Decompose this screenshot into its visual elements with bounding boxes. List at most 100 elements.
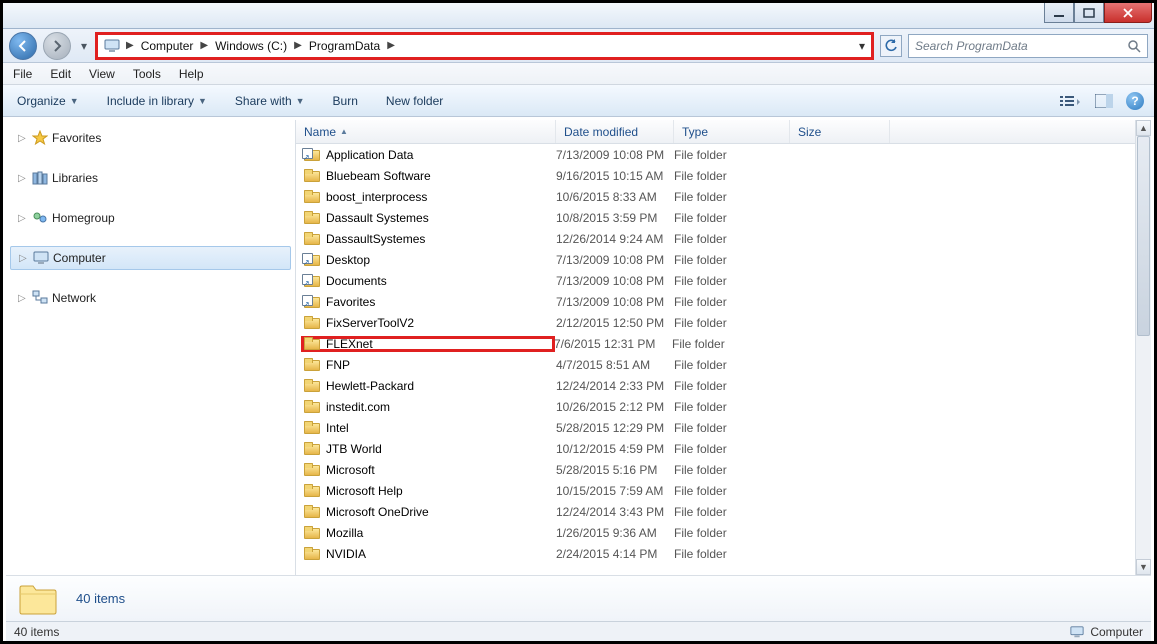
breadcrumb-sep-icon[interactable]: ▶ — [292, 40, 304, 51]
address-dropdown-icon[interactable]: ▾ — [859, 39, 865, 53]
table-row[interactable]: Hewlett-Packard12/24/2014 2:33 PMFile fo… — [296, 375, 1135, 396]
folder-icon — [304, 505, 320, 518]
table-row[interactable]: ↗Desktop7/13/2009 10:08 PMFile folder — [296, 249, 1135, 270]
file-type: File folder — [674, 358, 790, 372]
folder-icon: ↗ — [304, 295, 320, 308]
file-date: 2/24/2015 4:14 PM — [556, 547, 674, 561]
table-row[interactable]: Microsoft Help10/15/2015 7:59 AMFile fol… — [296, 480, 1135, 501]
file-list: Name▲ Date modified Type Size ↗Applicati… — [296, 120, 1151, 575]
file-date: 7/13/2009 10:08 PM — [556, 295, 674, 309]
scrollbar[interactable]: ▲ ▼ — [1135, 120, 1151, 575]
table-row[interactable]: Mozilla1/26/2015 9:36 AMFile folder — [296, 522, 1135, 543]
file-date: 4/7/2015 8:51 AM — [556, 358, 674, 372]
command-bar: Organize▼ Include in library▼ Share with… — [3, 85, 1154, 117]
star-icon — [32, 130, 48, 146]
organize-button[interactable]: Organize▼ — [13, 91, 83, 111]
history-dropdown[interactable]: ▾ — [77, 32, 91, 60]
table-row[interactable]: NVIDIA2/24/2015 4:14 PMFile folder — [296, 543, 1135, 564]
folder-icon: ↗ — [304, 274, 320, 287]
computer-icon — [1070, 625, 1084, 639]
tree-homegroup[interactable]: ▷Homegroup — [6, 206, 295, 230]
table-row[interactable]: FixServerToolV22/12/2015 12:50 PMFile fo… — [296, 312, 1135, 333]
address-bar[interactable]: ▶ Computer ▶ Windows (C:) ▶ ProgramData … — [97, 34, 872, 58]
menu-edit[interactable]: Edit — [48, 65, 73, 83]
folder-icon — [304, 442, 320, 455]
file-date: 10/8/2015 3:59 PM — [556, 211, 674, 225]
tree-computer[interactable]: ▷Computer — [10, 246, 291, 270]
table-row[interactable]: Dassault Systemes10/8/2015 3:59 PMFile f… — [296, 207, 1135, 228]
table-row[interactable]: ↗Favorites7/13/2009 10:08 PMFile folder — [296, 291, 1135, 312]
menu-view[interactable]: View — [87, 65, 117, 83]
column-date[interactable]: Date modified — [556, 120, 674, 143]
file-type: File folder — [674, 295, 790, 309]
table-row[interactable]: Intel5/28/2015 12:29 PMFile folder — [296, 417, 1135, 438]
minimize-button[interactable] — [1044, 3, 1074, 23]
menu-tools[interactable]: Tools — [131, 65, 163, 83]
table-row[interactable]: boost_interprocess10/6/2015 8:33 AMFile … — [296, 186, 1135, 207]
folder-icon — [304, 463, 320, 476]
back-button[interactable] — [9, 32, 37, 60]
table-row[interactable]: ↗Application Data7/13/2009 10:08 PMFile … — [296, 144, 1135, 165]
breadcrumb-drive[interactable]: Windows (C:) — [210, 35, 292, 57]
refresh-button[interactable] — [880, 35, 902, 57]
help-button[interactable]: ? — [1126, 92, 1144, 110]
breadcrumb-sep-icon[interactable]: ▶ — [385, 40, 397, 51]
breadcrumb-folder[interactable]: ProgramData — [304, 35, 385, 57]
new-folder-button[interactable]: New folder — [382, 91, 447, 111]
menu-help[interactable]: Help — [177, 65, 206, 83]
file-type: File folder — [674, 253, 790, 267]
scroll-up-button[interactable]: ▲ — [1136, 120, 1151, 136]
file-name: JTB World — [326, 442, 382, 456]
search-input[interactable]: Search ProgramData — [908, 34, 1148, 58]
column-size[interactable]: Size — [790, 120, 890, 143]
table-row[interactable]: FLEXnet7/6/2015 12:31 PMFile folder — [296, 333, 1135, 354]
burn-button[interactable]: Burn — [329, 91, 362, 111]
tree-network[interactable]: ▷Network — [6, 286, 295, 310]
file-name: DassaultSystemes — [326, 232, 425, 246]
breadcrumb-sep-icon[interactable]: ▶ — [198, 40, 210, 51]
column-name[interactable]: Name▲ — [296, 120, 556, 143]
file-name: Microsoft Help — [326, 484, 403, 498]
column-type[interactable]: Type — [674, 120, 790, 143]
file-type: File folder — [674, 211, 790, 225]
share-with-button[interactable]: Share with▼ — [231, 91, 309, 111]
view-options-button[interactable] — [1058, 90, 1082, 112]
include-library-button[interactable]: Include in library▼ — [103, 91, 211, 111]
file-type: File folder — [672, 337, 788, 351]
scroll-down-button[interactable]: ▼ — [1136, 559, 1151, 575]
title-bar — [3, 3, 1154, 29]
table-row[interactable]: Microsoft5/28/2015 5:16 PMFile folder — [296, 459, 1135, 480]
file-type: File folder — [674, 442, 790, 456]
table-row[interactable]: JTB World10/12/2015 4:59 PMFile folder — [296, 438, 1135, 459]
file-type: File folder — [674, 148, 790, 162]
folder-icon — [304, 316, 320, 329]
status-item-count: 40 items — [14, 625, 59, 639]
breadcrumb-sep-icon[interactable]: ▶ — [124, 40, 136, 51]
folder-icon — [304, 379, 320, 392]
table-row[interactable]: instedit.com10/26/2015 2:12 PMFile folde… — [296, 396, 1135, 417]
scroll-thumb[interactable] — [1137, 136, 1150, 336]
tree-favorites[interactable]: ▷Favorites — [6, 126, 295, 150]
maximize-button[interactable] — [1074, 3, 1104, 23]
file-type: File folder — [674, 400, 790, 414]
close-button[interactable] — [1104, 3, 1152, 23]
forward-button[interactable] — [43, 32, 71, 60]
folder-icon: ↗ — [304, 253, 320, 266]
preview-pane-button[interactable] — [1092, 90, 1116, 112]
file-type: File folder — [674, 190, 790, 204]
file-type: File folder — [674, 316, 790, 330]
folder-icon: ↗ — [304, 148, 320, 161]
menu-file[interactable]: File — [11, 65, 34, 83]
file-type: File folder — [674, 421, 790, 435]
tree-libraries[interactable]: ▷Libraries — [6, 166, 295, 190]
table-row[interactable]: Microsoft OneDrive12/24/2014 3:43 PMFile… — [296, 501, 1135, 522]
table-row[interactable]: DassaultSystemes12/26/2014 9:24 AMFile f… — [296, 228, 1135, 249]
breadcrumb-computer[interactable]: Computer — [136, 35, 199, 57]
table-row[interactable]: FNP4/7/2015 8:51 AMFile folder — [296, 354, 1135, 375]
table-row[interactable]: ↗Documents7/13/2009 10:08 PMFile folder — [296, 270, 1135, 291]
table-row[interactable]: Bluebeam Software9/16/2015 10:15 AMFile … — [296, 165, 1135, 186]
search-icon — [1127, 39, 1141, 53]
folder-icon — [304, 526, 320, 539]
folder-icon — [18, 582, 58, 616]
details-text: 40 items — [76, 591, 125, 606]
